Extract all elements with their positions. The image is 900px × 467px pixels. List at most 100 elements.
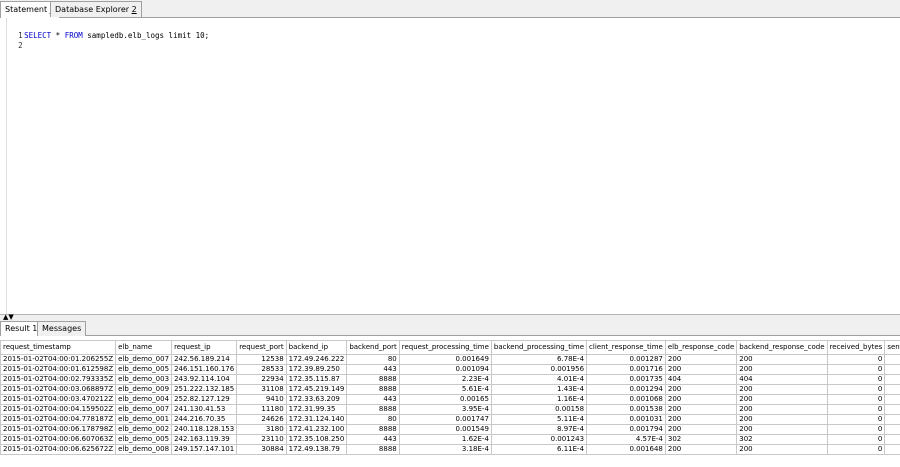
table-row[interactable]: 2015-01-02T04:00:01.206255Z elb_demo_007 2… bbox=[0, 354, 900, 365]
collapse-arrows-icon[interactable]: ▲▼ bbox=[3, 314, 14, 321]
table-cell[interactable]: 4627 bbox=[884, 364, 900, 375]
table-cell[interactable]: 3.18E-4 bbox=[398, 444, 492, 455]
table-cell[interactable]: 113 bbox=[884, 434, 900, 445]
table-cell[interactable]: 0 bbox=[826, 404, 886, 415]
table-cell[interactable]: 80 bbox=[346, 354, 400, 365]
table-cell[interactable]: 404 bbox=[664, 374, 738, 385]
table-cell[interactable]: 240.118.128.153 bbox=[171, 424, 238, 435]
table-cell[interactable]: 8888 bbox=[346, 384, 400, 395]
table-cell[interactable]: 249.157.147.101 bbox=[171, 444, 238, 455]
table-cell[interactable]: 0 bbox=[826, 424, 886, 435]
table-cell[interactable]: 172.49.246.222 bbox=[285, 354, 348, 365]
table-cell[interactable]: 11180 bbox=[236, 404, 287, 415]
table-cell[interactable]: 0 bbox=[826, 384, 886, 395]
pane-splitter[interactable]: ▲▼ bbox=[0, 314, 900, 321]
tab-messages[interactable]: Messages bbox=[37, 321, 87, 336]
table-cell[interactable]: 0.001956 bbox=[490, 364, 588, 375]
column-header-request-ip[interactable]: request_ip bbox=[171, 340, 238, 355]
table-cell[interactable]: 6.78E-4 bbox=[490, 354, 588, 365]
table-cell[interactable]: 172.49.138.79 bbox=[285, 444, 348, 455]
table-cell[interactable]: elb_demo_003 bbox=[115, 374, 173, 385]
table-cell[interactable]: 200 bbox=[736, 354, 828, 365]
table-cell[interactable]: 31108 bbox=[236, 384, 287, 395]
table-cell[interactable]: 0.00165 bbox=[398, 394, 492, 405]
table-cell[interactable]: 28533 bbox=[236, 364, 287, 375]
table-cell[interactable]: elb_demo_004 bbox=[115, 394, 173, 405]
table-cell[interactable]: 200 bbox=[736, 424, 828, 435]
table-cell[interactable]: 0.001735 bbox=[586, 374, 666, 385]
table-cell[interactable]: 200 bbox=[664, 414, 738, 425]
table-cell[interactable]: 172.33.63.209 bbox=[285, 394, 348, 405]
table-cell[interactable]: 0 bbox=[826, 364, 886, 375]
table-cell[interactable]: 246.151.160.176 bbox=[171, 364, 238, 375]
table-cell[interactable]: 242.56.189.214 bbox=[171, 354, 238, 365]
column-header-request-port[interactable]: request_port bbox=[236, 340, 287, 355]
table-cell[interactable]: 30884 bbox=[236, 444, 287, 455]
table-cell[interactable]: 443 bbox=[346, 394, 400, 405]
table-cell[interactable]: 0.00158 bbox=[490, 404, 588, 415]
table-cell[interactable]: 3905 bbox=[884, 444, 900, 455]
table-cell[interactable]: 6.11E-4 bbox=[490, 444, 588, 455]
column-header-backend-processing-time[interactable]: backend_processing_time bbox=[490, 340, 588, 355]
column-header-elb-response-code[interactable]: elb_response_code bbox=[664, 340, 738, 355]
table-cell[interactable]: 251.222.132.185 bbox=[171, 384, 238, 395]
table-cell[interactable]: 24626 bbox=[236, 414, 287, 425]
table-cell[interactable]: elb_demo_007 bbox=[115, 404, 173, 415]
table-cell[interactable]: 22934 bbox=[236, 374, 287, 385]
table-cell[interactable]: elb_demo_007 bbox=[115, 354, 173, 365]
sql-editor[interactable]: 1SELECT * FROM sampledb.elb_logs limit 1… bbox=[0, 18, 900, 314]
table-cell[interactable]: elb_demo_005 bbox=[115, 364, 173, 375]
column-header-backend-port[interactable]: backend_port bbox=[346, 340, 400, 355]
table-cell[interactable]: 1.62E-4 bbox=[398, 434, 492, 445]
table-cell[interactable]: 9410 bbox=[236, 394, 287, 405]
column-header-client-response-time[interactable]: client_response_time bbox=[586, 340, 666, 355]
table-cell[interactable]: 3262 bbox=[884, 404, 900, 415]
table-cell[interactable]: 0.001031 bbox=[586, 414, 666, 425]
table-row[interactable]: 2015-01-02T04:00:04.778187Z elb_demo_001 2… bbox=[0, 414, 900, 425]
table-cell[interactable]: 2015-01-02T04:00:02.793335Z bbox=[0, 374, 117, 385]
table-cell[interactable]: 252.82.127.129 bbox=[171, 394, 238, 405]
table-cell[interactable]: 0 bbox=[826, 394, 886, 405]
table-cell[interactable]: 200 bbox=[736, 414, 828, 425]
table-cell[interactable]: elb_demo_005 bbox=[115, 434, 173, 445]
table-row[interactable]: 2015-01-02T04:00:03.470212Z elb_demo_004 2… bbox=[0, 394, 900, 405]
table-cell[interactable]: elb_demo_009 bbox=[115, 384, 173, 395]
table-cell[interactable]: 200 bbox=[664, 404, 738, 415]
table-cell[interactable]: 0.001794 bbox=[586, 424, 666, 435]
table-cell[interactable]: 0.001648 bbox=[586, 444, 666, 455]
table-cell[interactable]: 172.31.99.35 bbox=[285, 404, 348, 415]
table-row[interactable]: 2015-01-02T04:00:03.068897Z elb_demo_009 2… bbox=[0, 384, 900, 395]
table-cell[interactable]: 4.57E-4 bbox=[586, 434, 666, 445]
tab-database-explorer[interactable]: Database Explorer 2 bbox=[50, 1, 142, 17]
table-cell[interactable]: 0.001716 bbox=[586, 364, 666, 375]
table-cell[interactable]: 2015-01-02T04:00:06.178798Z bbox=[0, 424, 117, 435]
table-cell[interactable]: elb_demo_008 bbox=[115, 444, 173, 455]
table-cell[interactable]: 2015-01-02T04:00:03.068897Z bbox=[0, 384, 117, 395]
table-cell[interactable]: 0.001068 bbox=[586, 394, 666, 405]
table-cell[interactable]: 172.35.115.87 bbox=[285, 374, 348, 385]
table-cell[interactable]: 3.95E-4 bbox=[398, 404, 492, 415]
table-cell[interactable]: 200 bbox=[664, 364, 738, 375]
table-cell[interactable]: 2015-01-02T04:00:03.470212Z bbox=[0, 394, 117, 405]
table-cell[interactable]: 8888 bbox=[346, 424, 400, 435]
table-cell[interactable]: 244.216.70.35 bbox=[171, 414, 238, 425]
table-cell[interactable]: 0 bbox=[826, 374, 886, 385]
column-header-sent-bytes[interactable]: sent_bytes bbox=[884, 340, 900, 355]
table-cell[interactable]: 2.23E-4 bbox=[398, 374, 492, 385]
table-cell[interactable]: 443 bbox=[346, 434, 400, 445]
table-cell[interactable]: 2015-01-02T04:00:01.612598Z bbox=[0, 364, 117, 375]
table-row[interactable]: 2015-01-02T04:00:06.178798Z elb_demo_002 2… bbox=[0, 424, 900, 435]
table-cell[interactable]: 302 bbox=[736, 434, 828, 445]
table-cell[interactable]: 0.001287 bbox=[586, 354, 666, 365]
table-cell[interactable]: 8.97E-4 bbox=[490, 424, 588, 435]
table-cell[interactable]: 12538 bbox=[236, 354, 287, 365]
table-cell[interactable]: 0 bbox=[826, 444, 886, 455]
table-cell[interactable]: 404 bbox=[736, 374, 828, 385]
table-cell[interactable]: 200 bbox=[736, 384, 828, 395]
column-header-request-timestamp[interactable]: request_timestamp bbox=[0, 340, 117, 355]
table-cell[interactable]: 172.41.232.100 bbox=[285, 424, 348, 435]
table-cell[interactable]: 3180 bbox=[236, 424, 287, 435]
tab-result-1[interactable]: Result 1 bbox=[0, 321, 43, 336]
table-cell[interactable]: elb_demo_001 bbox=[115, 414, 173, 425]
table-cell[interactable]: 200 bbox=[736, 364, 828, 375]
